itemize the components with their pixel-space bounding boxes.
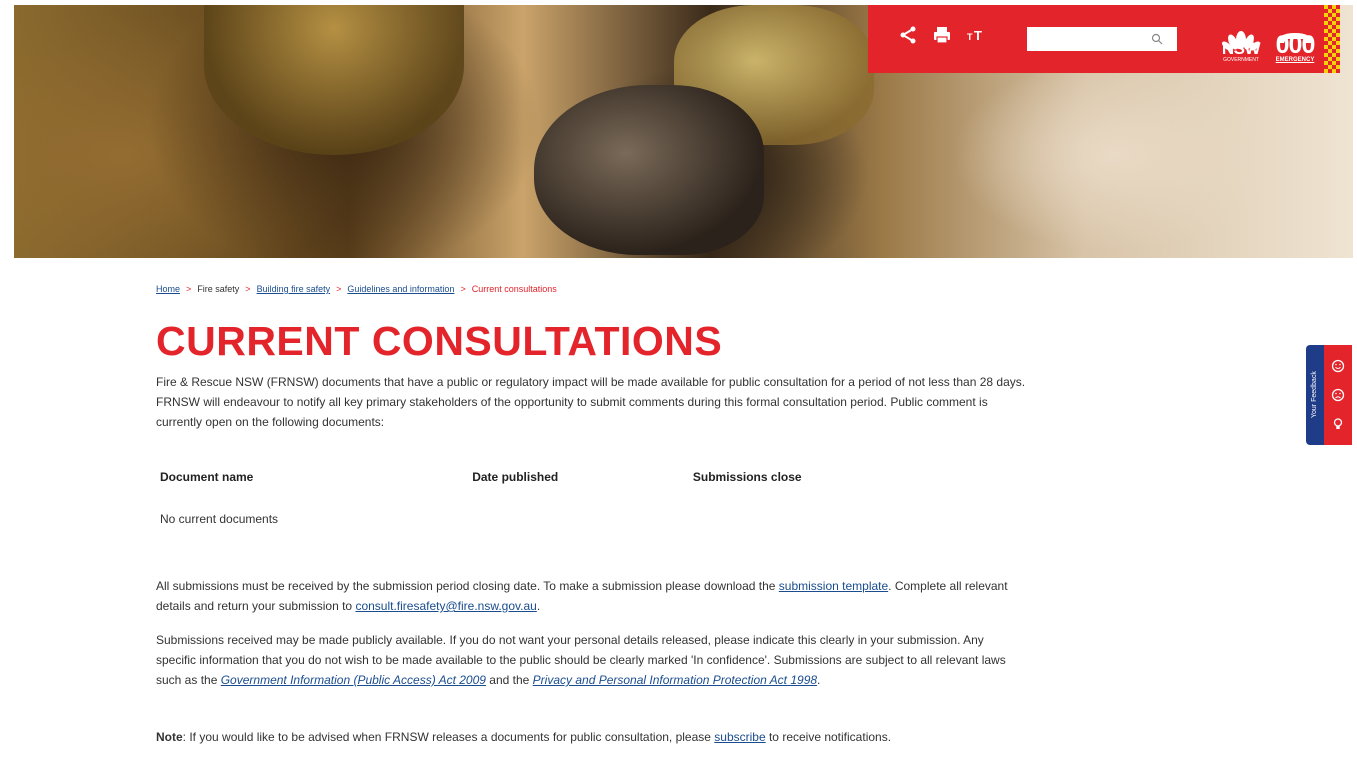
search-input[interactable]	[1027, 27, 1155, 51]
main-content: Home > Fire safety > Building fire safet…	[156, 282, 1036, 432]
note-label: Note	[156, 730, 183, 744]
subscribe-link[interactable]: subscribe	[714, 730, 765, 744]
firefighter-helmet-shape	[204, 5, 464, 155]
submissions-text-1: All submissions must be received by the …	[156, 579, 779, 593]
nsw-logo-label: NSW	[1221, 39, 1261, 58]
gipa-act-link[interactable]: Government Information (Public Access) A…	[221, 673, 486, 687]
breadcrumb-separator: >	[245, 284, 251, 294]
nsw-logo-sub: GOVERNMENT	[1223, 57, 1259, 63]
firefighter-glove-shape	[534, 85, 764, 255]
breadcrumb-separator: >	[460, 284, 466, 294]
documents-table: Document name Date published Submissions…	[156, 470, 876, 526]
table-empty-message: No current documents	[160, 512, 279, 526]
privacy-paragraph: Submissions received may be made publicl…	[156, 630, 1026, 690]
lightbulb-icon[interactable]	[1331, 417, 1345, 431]
breadcrumb-separator: >	[336, 284, 342, 294]
emergency-number-label: 000	[1275, 31, 1316, 59]
checker-pattern-strip	[1324, 5, 1340, 73]
column-header-document-name: Document name	[160, 470, 254, 484]
column-header-submissions-close: Submissions close	[692, 470, 802, 484]
breadcrumb-home[interactable]: Home	[156, 284, 180, 294]
submissions-text-3: .	[536, 599, 541, 613]
privacy-text-3: .	[817, 673, 821, 687]
column-header-date-published: Date published	[472, 470, 559, 484]
ppip-act-link[interactable]: Privacy and Personal Information Protect…	[533, 673, 817, 687]
email-link[interactable]: consult.firesafety@fire.nsw.gov.au	[355, 599, 536, 613]
submission-template-link[interactable]: submission template	[779, 579, 888, 593]
search-icon[interactable]	[1151, 33, 1163, 45]
text-size-icon[interactable]: T T	[966, 25, 986, 45]
print-icon[interactable]	[932, 25, 952, 45]
note-text-2: to receive notifications.	[765, 730, 892, 744]
share-icon[interactable]	[898, 25, 918, 45]
svg-text:T: T	[967, 32, 973, 42]
svg-text:T: T	[974, 28, 982, 43]
breadcrumb-guidelines[interactable]: Guidelines and information	[347, 284, 454, 294]
breadcrumb-current: Current consultations	[471, 284, 557, 294]
page-title: CURRENT CONSULTATIONS	[156, 318, 723, 364]
breadcrumb-building-fire-safety[interactable]: Building fire safety	[257, 284, 331, 294]
happy-face-icon[interactable]	[1331, 359, 1345, 373]
feedback-icons	[1324, 345, 1352, 445]
privacy-text-2: and the	[485, 673, 533, 687]
breadcrumb-fire-safety[interactable]: Fire safety	[197, 284, 239, 294]
feedback-tab[interactable]: Your Feedback	[1306, 345, 1352, 445]
breadcrumb-separator: >	[186, 284, 192, 294]
table-header-row: Document name Date published Submissions…	[156, 470, 876, 488]
header-tools: T T	[898, 25, 986, 45]
submissions-paragraph: All submissions must be received by the …	[156, 576, 1026, 616]
emergency-sub-label: EMERGENCY	[1275, 57, 1315, 63]
note-text-1: : If you would like to be advised when F…	[182, 730, 715, 744]
search-box	[1027, 27, 1177, 51]
note-paragraph: Note: If you would like to be advised wh…	[156, 727, 1026, 747]
feedback-label[interactable]: Your Feedback	[1306, 345, 1324, 445]
breadcrumb: Home > Fire safety > Building fire safet…	[156, 282, 1036, 296]
sad-face-icon[interactable]	[1331, 388, 1345, 402]
header-utility-bar: T T NSW GOVERNMENT 000 EMERGENCY	[868, 5, 1324, 73]
intro-paragraph: Fire & Rescue NSW (FRNSW) documents that…	[156, 375, 1026, 429]
